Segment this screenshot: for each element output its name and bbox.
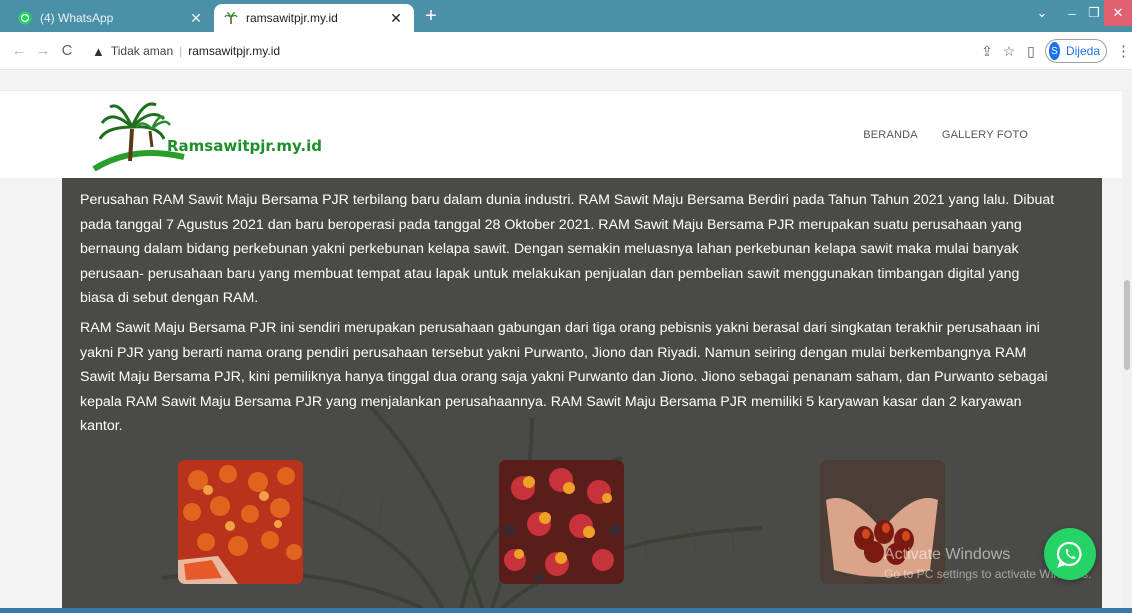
taskbar [0,608,1132,613]
security-label: Tidak aman [110,44,174,58]
address-toolbar: ← → C ▲ Tidak aman | ramsawitpjr.my.id ⇪… [0,32,1132,70]
tab-ramsawitpjr[interactable]: ramsawitpjr.my.id ✕ [214,4,414,32]
share-icon[interactable]: ⇪ [978,42,996,60]
site-logo[interactable]: Ramsawitpjr.my.id [92,99,322,172]
divider: | [179,44,183,58]
url-bar[interactable]: ▲ Tidak aman | ramsawitpjr.my.id [92,37,1022,65]
close-icon[interactable]: ✕ [188,10,204,27]
profile-label: Dijeda [1065,44,1100,58]
forward-icon[interactable]: → [34,42,52,60]
paragraph-owners: RAM Sawit Maju Bersama PJR ini sendiri m… [80,320,1048,434]
photo-palm-fruits-1 [178,460,303,584]
about-section: Perusahan RAM Sawit Maju Bersama PJR ter… [62,178,1102,608]
reload-icon[interactable]: C [58,42,76,60]
new-tab-icon[interactable]: + [420,5,442,27]
photo-palm-fruits-2 [499,460,624,584]
photo-palm-fruits-hands [820,460,945,584]
site-nav: BERANDA GALLERY FOTO [863,129,1028,141]
tab-whatsapp[interactable]: (4) WhatsApp ✕ [8,4,214,32]
profile-button[interactable]: S Dijeda [1045,39,1107,63]
avatar: S [1049,42,1060,60]
palm-favicon-icon [224,11,238,25]
whatsapp-icon [1056,541,1082,568]
paragraph-history: Perusahan RAM Sawit Maju Bersama PJR ter… [80,192,1055,306]
page-scrollbar[interactable] [1122,90,1132,613]
bookmark-star-icon[interactable]: ☆ [1000,42,1018,60]
browser-tab-bar: (4) WhatsApp ✕ ramsawitpjr.my.id ✕ + ⌄ –… [0,0,1132,32]
whatsapp-chat-button[interactable] [1044,528,1096,580]
logo-text: Ramsawitpjr.my.id [167,137,322,155]
nav-gallery-foto[interactable]: GALLERY FOTO [942,129,1028,141]
tab-label: ramsawitpjr.my.id [246,11,338,25]
window-close-icon[interactable]: ✕ [1104,0,1132,26]
warning-icon[interactable]: ▲ [92,44,105,59]
scrollbar-thumb[interactable] [1124,280,1130,370]
activate-windows-title: Activate Windows [884,546,1011,563]
tab-search-icon[interactable]: ⌄ [1032,0,1052,26]
url-text: ramsawitpjr.my.id [188,44,281,58]
palm-logo-icon [92,102,185,172]
close-icon[interactable]: ✕ [388,10,404,27]
side-panel-icon[interactable]: ▯ [1022,42,1040,60]
site-header: Ramsawitpjr.my.id BERANDA GALLERY FOTO [0,90,1122,178]
menu-icon[interactable]: ⋮ [1116,42,1131,60]
back-icon[interactable]: ← [10,42,28,60]
tab-label: (4) WhatsApp [40,11,114,25]
minimize-icon[interactable]: – [1062,0,1082,26]
whatsapp-icon [18,11,32,25]
nav-beranda[interactable]: BERANDA [863,129,918,141]
restore-icon[interactable]: ❐ [1084,0,1104,26]
